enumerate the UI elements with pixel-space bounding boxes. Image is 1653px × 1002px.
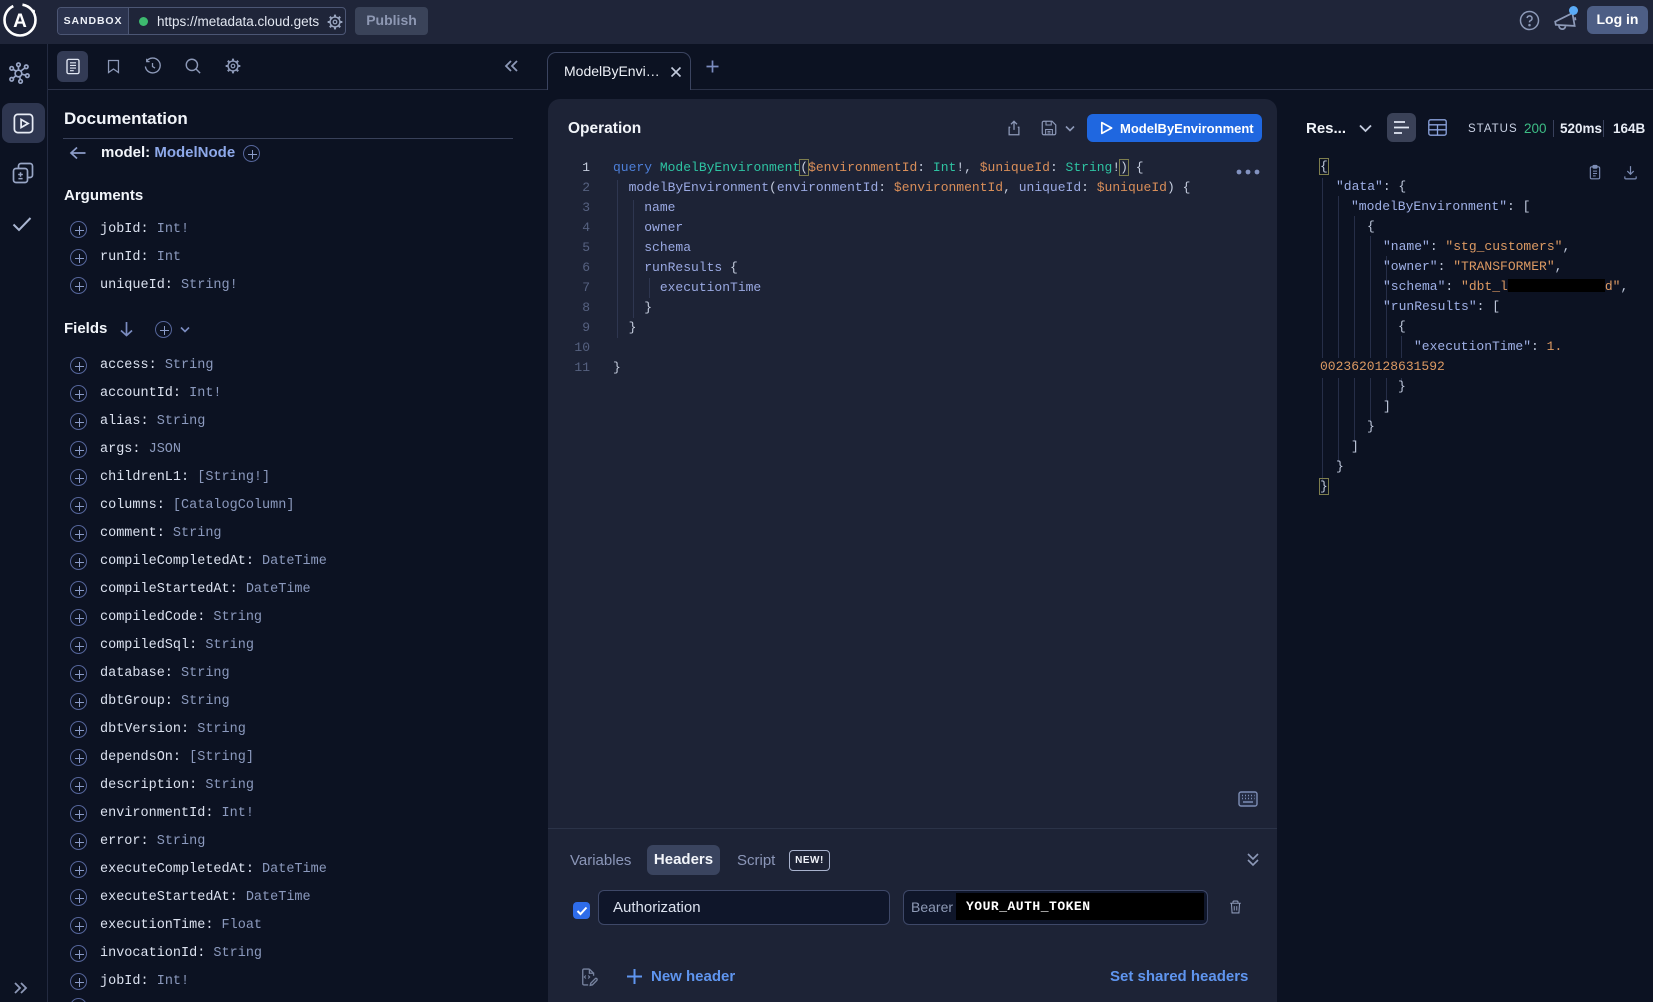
svg-text:A: A [13, 11, 27, 32]
